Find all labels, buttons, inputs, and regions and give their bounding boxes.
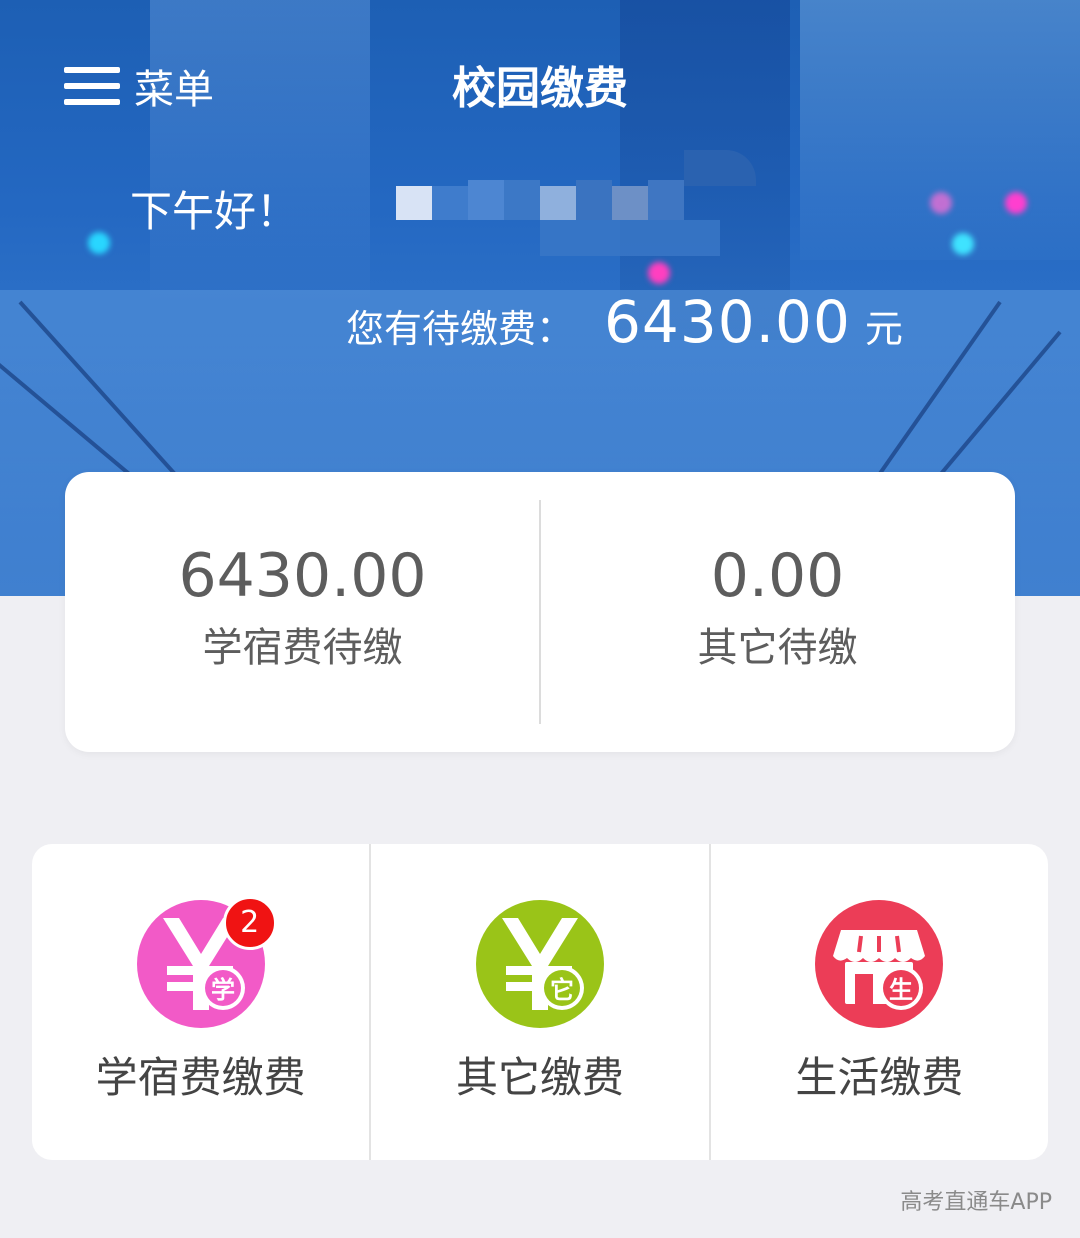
pending-summary-card: 6430.00 学宿费待缴 0.00 其它待缴 [65,472,1015,752]
pending-total: 您有待缴费： 6430.00 元 [346,288,903,356]
tuition-pending[interactable]: 6430.00 学宿费待缴 [65,472,540,752]
pending-total-amount: 6430.00 [604,288,851,356]
other-pending-label: 其它待缴 [697,625,858,671]
redacted-username [300,140,770,260]
tuition-payment-button[interactable]: 学 2 学宿费缴费 [32,844,369,1160]
other-payment-button[interactable]: 它 其它缴费 [369,844,708,1160]
top-bar: 菜单 校园缴费 [0,0,1080,150]
payment-services-grid: 学 2 学宿费缴费 它 其它缴费 生 生活缴费 [32,844,1048,1160]
living-payment-label: 生活缴费 [795,1053,964,1102]
pending-total-unit: 元 [864,307,903,351]
svg-text:它: 它 [550,976,574,1004]
yuan-ta-icon: 它 [475,900,604,1028]
page-title: 校园缴费 [452,63,628,114]
other-pending-amount: 0.00 [710,541,845,611]
svg-text:生: 生 [889,976,913,1004]
store-sheng-icon: 生 [815,900,944,1028]
unread-count-badge: 2 [222,896,277,950]
other-payment-label: 其它缴费 [455,1053,624,1102]
greeting-text: 下午好！ [130,187,299,236]
watermark: 高考直通车APP [900,1190,1052,1215]
svg-text:学: 学 [211,976,235,1004]
tuition-payment-label: 学宿费缴费 [95,1053,306,1102]
tuition-pending-label: 学宿费待缴 [202,625,403,671]
campus-payment-page: 菜单 校园缴费 下午好！ 您有待缴费： 6430.00 元 6430.00 学宿… [0,0,1080,1238]
tuition-pending-amount: 6430.00 [178,541,427,611]
pending-total-label: 您有待缴费： [346,307,575,351]
other-pending[interactable]: 0.00 其它待缴 [540,472,1015,752]
living-payment-button[interactable]: 生 生活缴费 [708,844,1048,1160]
